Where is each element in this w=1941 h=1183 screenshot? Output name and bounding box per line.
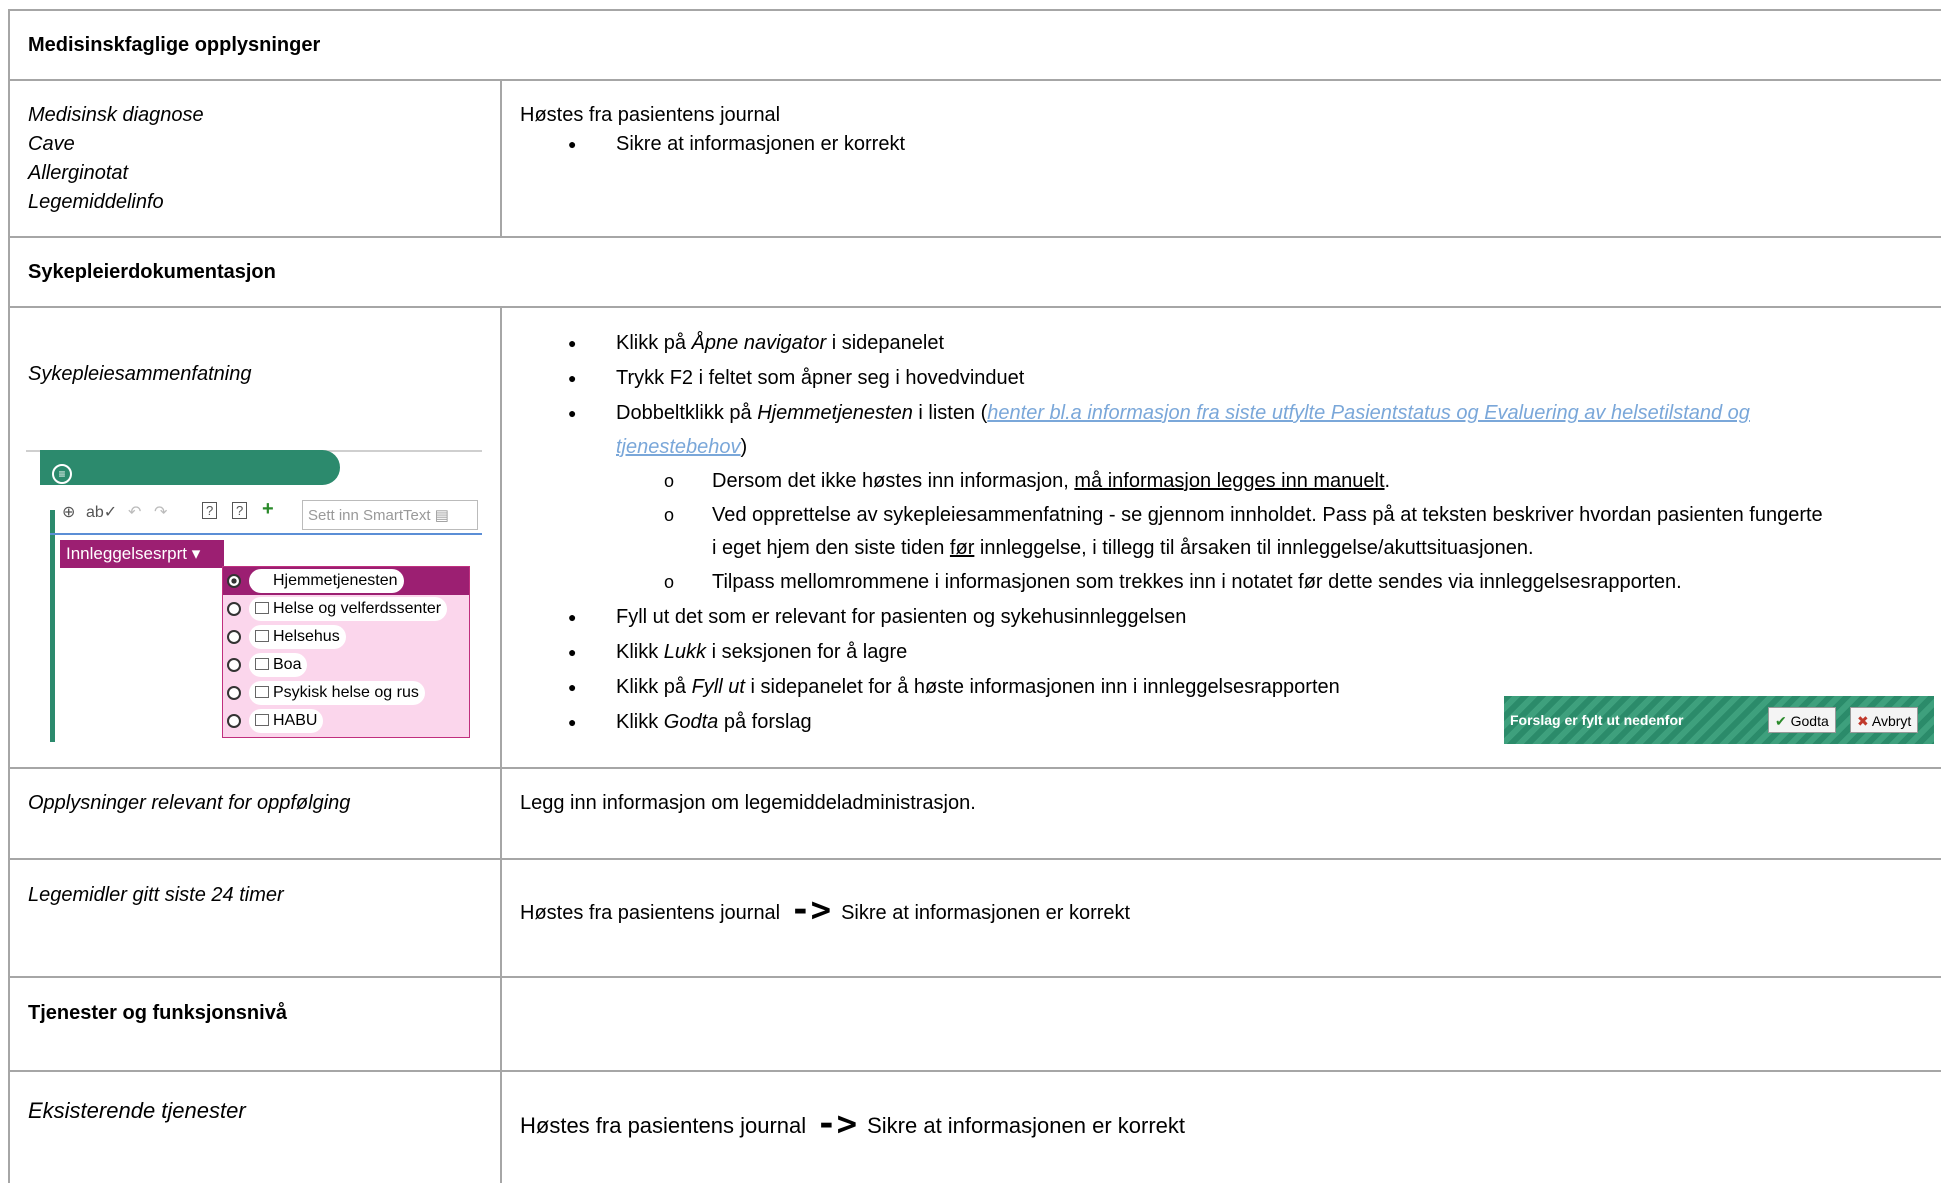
table-border — [9, 767, 1941, 769]
sub-bullet-text: Dersom det ikke høstes inn informasjon, … — [712, 470, 1391, 492]
sub-bullet-icon: o — [664, 505, 675, 525]
bullet-text: tjenestebehov) — [616, 436, 748, 458]
bullet-icon — [568, 130, 576, 159]
radio-icon — [227, 602, 241, 616]
document-icon — [255, 602, 269, 614]
smarttext-icon: ▤ — [434, 507, 449, 524]
row-label: Medisinsk diagnose — [28, 104, 204, 126]
note-type-dropdown[interactable]: Innleggelsesrprt ▾ — [60, 540, 224, 568]
arrow-icon: -> — [790, 890, 832, 930]
info-link[interactable]: henter bl.a informasjon fra siste utfylt… — [987, 402, 1750, 424]
row-label: Legemidler gitt siste 24 timer — [28, 884, 284, 906]
zoom-icon[interactable]: ⊕ — [62, 502, 75, 522]
table-border — [9, 79, 1941, 81]
suggestion-banner: Forslag er fylt ut nedenfor ✔ Godta ✖ Av… — [1504, 696, 1934, 744]
table-border — [500, 306, 502, 1070]
sub-bullet-text: Tilpass mellomrommene i informasjonen so… — [712, 571, 1682, 593]
info-link[interactable]: tjenestebehov — [616, 436, 741, 458]
add-icon[interactable]: + — [262, 498, 274, 521]
table-border — [9, 306, 1941, 308]
radio-icon — [227, 658, 241, 672]
bullet-text: Klikk på Åpne navigator i sidepanelet — [616, 332, 945, 354]
row-text: Høstes fra pasientens journal -> Sikre at … — [520, 890, 1131, 930]
check-icon: ✔ — [1775, 713, 1787, 729]
bullet-text: Trykk F2 i feltet som åpner seg i hovedv… — [616, 367, 1025, 389]
table-border — [9, 236, 1941, 238]
document-icon — [255, 686, 269, 698]
table-border — [500, 1070, 502, 1183]
bullet-text: Klikk Lukk i seksjonen for å lagre — [616, 641, 908, 663]
bullet-text: Klikk på Fyll ut i sidepanelet for å høs… — [616, 676, 1340, 698]
table-border — [500, 79, 502, 236]
row-label: Allerginotat — [28, 162, 129, 184]
row-label: Opplysninger relevant for oppfølging — [28, 792, 351, 814]
divider — [50, 533, 482, 535]
sub-bullet-text: Ved opprettelse av sykepleiesammenfatnin… — [712, 504, 1823, 526]
cancel-button[interactable]: ✖ Avbryt — [1850, 707, 1919, 733]
row-label: Cave — [28, 133, 75, 155]
radio-icon — [227, 630, 241, 644]
document-icon — [255, 630, 269, 642]
bullet-icon — [568, 673, 576, 702]
bullet-text: Fyll ut det som er relevant for pasiente… — [616, 606, 1187, 628]
table-border — [9, 1070, 1941, 1072]
table-border — [9, 858, 1941, 860]
arrow-icon: -> — [816, 1104, 858, 1144]
document-icon — [255, 658, 269, 670]
radio-icon — [227, 574, 241, 588]
row-label: Sykepleiesammenfatning — [28, 363, 252, 385]
sub-bullet-text: i eget hjem den siste tiden før innlegge… — [712, 537, 1534, 559]
section-header: Tjenester og funksjonsnivå — [28, 1002, 287, 1024]
bullet-icon — [568, 399, 576, 428]
list-item[interactable]: HABU — [227, 709, 324, 733]
help-icon[interactable]: ? — [202, 502, 218, 519]
bullet-icon — [568, 329, 576, 358]
help-list-icon[interactable]: ? — [232, 502, 248, 519]
list-item[interactable]: Hjemmetjenesten — [227, 569, 404, 593]
radio-icon — [227, 686, 241, 700]
panel-title: ≡Sykepleiesammenfatning — [40, 450, 340, 515]
bullet-icon — [568, 708, 576, 737]
list-item[interactable]: Boa — [227, 653, 308, 677]
row-text: Høstes fra pasientens journal -> Sikre at … — [520, 1104, 1185, 1144]
section-header: Sykepleierdokumentasjon — [28, 261, 276, 283]
document-table: Medisinskfaglige opplysninger Sykepleier… — [0, 0, 1941, 1183]
bullet-text: Dobbeltklikk på Hjemmetjenesten i listen… — [616, 402, 1750, 424]
table-border — [9, 9, 1941, 11]
document-icon — [255, 574, 269, 586]
banner-text: Forslag er fylt ut nedenfor — [1510, 712, 1684, 728]
radio-icon — [227, 714, 241, 728]
document-icon — [255, 714, 269, 726]
list-item[interactable]: Psykisk helse og rus — [227, 681, 425, 705]
undo-icon[interactable]: ↶ — [128, 502, 141, 522]
bullet-text: Sikre at informasjonen er korrekt — [616, 133, 906, 155]
bullet-icon — [568, 638, 576, 667]
table-border — [8, 9, 10, 1183]
chevron-down-icon: ▾ — [191, 544, 201, 563]
accept-button[interactable]: ✔ Godta — [1768, 707, 1836, 733]
sykepleiesammenfatning-screenshot: ≡Sykepleiesammenfatning ⊕ ab✓ ↶ ↷ ? ? + … — [26, 450, 482, 742]
spellcheck-icon[interactable]: ab✓ — [86, 502, 117, 522]
smarttext-input[interactable]: Sett inn SmartText ▤ — [302, 500, 478, 530]
redo-icon[interactable]: ↷ — [154, 502, 167, 522]
sub-bullet-icon: o — [664, 572, 675, 592]
row-label: Legemiddelinfo — [28, 191, 164, 213]
table-border — [9, 976, 1941, 978]
panel-border — [50, 510, 55, 742]
bullet-text: Klikk Godta på forslag — [616, 711, 812, 733]
row-text: Høstes fra pasientens journal — [520, 104, 781, 126]
bullet-icon — [568, 364, 576, 393]
row-text: Legg inn informasjon om legemiddeladmini… — [520, 792, 976, 814]
list-item[interactable]: Helse og velferdssenter — [227, 597, 448, 621]
note-icon: ≡ — [52, 464, 72, 484]
close-icon: ✖ — [1857, 713, 1869, 729]
section-header: Medisinskfaglige opplysninger — [28, 34, 321, 56]
sub-bullet-icon: o — [664, 471, 675, 491]
row-label: Eksisterende tjenester — [28, 1098, 246, 1123]
options-list: Hjemmetjenesten Helse og velferdssenter … — [222, 566, 470, 738]
bullet-icon — [568, 603, 576, 632]
list-item[interactable]: Helsehus — [227, 625, 346, 649]
